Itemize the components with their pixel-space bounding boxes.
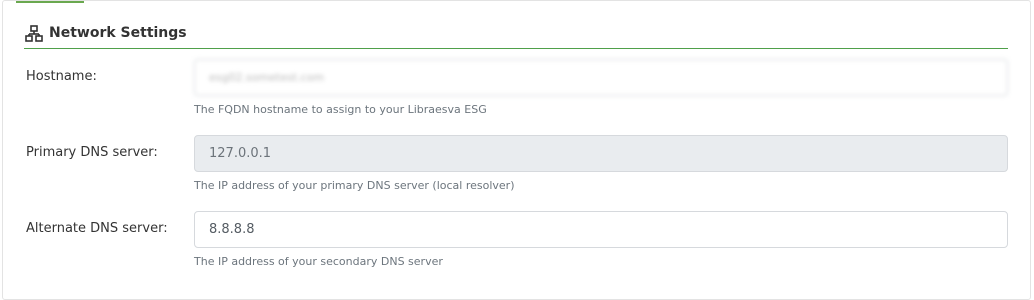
primary-dns-input[interactable]: 127.0.0.1	[194, 135, 1008, 172]
alternate-dns-label: Alternate DNS server:	[26, 221, 168, 236]
hostname-label: Hostname:	[26, 69, 97, 84]
hostname-help: The FQDN hostname to assign to your Libr…	[194, 103, 487, 116]
section-title: Network Settings	[49, 25, 187, 41]
alternate-dns-help: The IP address of your secondary DNS ser…	[194, 255, 443, 268]
alternate-dns-input[interactable]: 8.8.8.8	[194, 211, 1008, 248]
hostname-input[interactable]: esg02.sometest.com	[194, 59, 1008, 96]
section-header: Network Settings	[24, 22, 1008, 49]
primary-dns-help: The IP address of your primary DNS serve…	[194, 179, 515, 192]
primary-dns-label: Primary DNS server:	[26, 145, 158, 160]
network-icon	[24, 23, 44, 43]
active-tab-indicator	[16, 1, 84, 3]
